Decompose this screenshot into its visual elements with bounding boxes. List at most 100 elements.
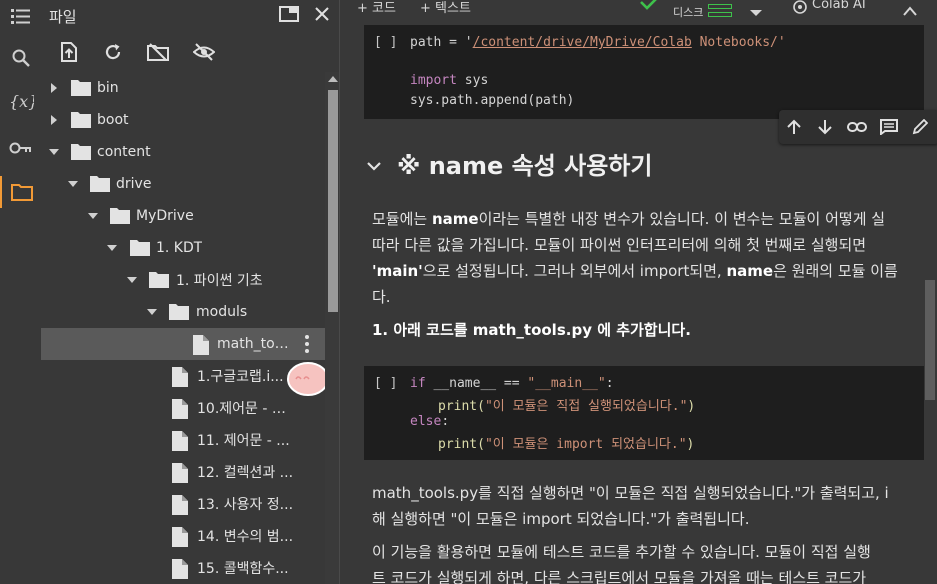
tree-item-label: drive: [116, 176, 152, 192]
move-up-icon[interactable]: [783, 116, 805, 138]
text: 이라는 특별한 내장 변수가 있습니다. 이 변수는 모듈이 어떻게 실: [478, 210, 886, 228]
add-text-button[interactable]: + 텍스트: [420, 0, 471, 16]
chevron-up-icon[interactable]: [903, 1, 917, 20]
code-string-link[interactable]: /content/drive/MyDrive/Colab: [473, 35, 692, 50]
chevron-right-icon[interactable]: [47, 113, 61, 127]
folder-icon: [148, 271, 170, 289]
paragraph-line: 이 기능을 활용하면 모듈에 테스트 코드를 추가할 수 있습니다. 모듈이 직…: [372, 543, 871, 561]
code-token: path = ': [410, 35, 473, 50]
tree-item-file[interactable]: 1.구글코랩.i...: [41, 360, 325, 392]
folder-icon: [70, 111, 92, 129]
chevron-down-icon[interactable]: [105, 241, 119, 255]
folder-icon: [168, 303, 190, 321]
chevron-right-icon[interactable]: [47, 81, 61, 95]
add-code-button[interactable]: + 코드: [357, 0, 396, 16]
colab-ai-icon: [793, 0, 807, 18]
tree-item-file[interactable]: 12. 컬렉션과 ...: [41, 456, 325, 488]
scrollbar-thumb[interactable]: [328, 90, 338, 312]
chevron-down-icon[interactable]: [145, 305, 159, 319]
colab-ai-button[interactable]: Colab AI: [812, 0, 866, 12]
chevron-down-icon[interactable]: [750, 2, 762, 21]
variables-icon[interactable]: {x}: [0, 86, 41, 118]
code-token: :: [441, 414, 450, 429]
code-line: import sys: [410, 73, 488, 88]
file-icon: [172, 399, 188, 419]
file-icon: [172, 559, 188, 579]
unmount-drive-icon[interactable]: [143, 38, 173, 66]
tree-item-file[interactable]: 14. 변수의 범...: [41, 520, 325, 552]
svg-text:{x}: {x}: [9, 92, 34, 111]
tree-item-content[interactable]: content: [41, 136, 325, 168]
expand-panel-icon[interactable]: [276, 2, 302, 26]
file-icon: [172, 431, 188, 451]
code-line: sys.path.append(path): [410, 93, 575, 108]
tree-item-mydrive[interactable]: MyDrive: [41, 200, 325, 232]
tree-item-kdt[interactable]: 1. KDT: [41, 232, 325, 264]
section-heading: ※ name 속성 사용하기: [397, 152, 653, 180]
notebook-area: + 코드 + 텍스트 디스크 Colab AI [ ] path = '/con…: [341, 0, 937, 584]
tree-item-label: MyDrive: [136, 208, 194, 224]
chevron-down-icon[interactable]: [66, 177, 80, 191]
tree-item-math-tools[interactable]: math_tool...: [41, 328, 325, 360]
resource-meter[interactable]: [708, 0, 732, 18]
tree-item-label: moduls: [196, 304, 248, 320]
file-tree-scrollbar[interactable]: [325, 72, 339, 584]
notebook-scrollbar-thumb[interactable]: [925, 280, 935, 400]
paragraph-line: 트 코드가 실행되게 하면, 다른 스크립트에서 모듈을 가져올 때는 테스트 …: [372, 569, 867, 584]
chevron-down-icon[interactable]: [86, 209, 100, 223]
hide-files-icon[interactable]: [189, 38, 219, 66]
tree-item-label: 10.제어문 - 조...: [197, 401, 297, 417]
files-panel: 파일 bin boot content drive MyDrive 1. KDT…: [41, 0, 340, 584]
comment-icon[interactable]: [878, 116, 900, 138]
refresh-icon[interactable]: [98, 38, 128, 66]
bold-text: name: [726, 262, 774, 280]
search-icon[interactable]: [0, 42, 41, 74]
tree-item-file[interactable]: 10.제어문 - 조...: [41, 392, 325, 424]
file-icon: [172, 495, 188, 515]
tree-item-python-basics[interactable]: 1. 파이썬 기초: [41, 264, 325, 296]
code-token: __name__ ==: [425, 376, 528, 391]
paragraph-line: 해 실행하면 "이 모듈은 import 되었습니다."가 출력됩니다.: [372, 510, 750, 528]
text: 모듈에는: [372, 210, 432, 228]
folder-icon: [109, 207, 131, 225]
run-cell-button[interactable]: [ ]: [374, 35, 397, 50]
panel-title: 파일: [49, 8, 77, 26]
tree-item-drive[interactable]: drive: [41, 168, 325, 200]
code-cell[interactable]: [ ] if __name__ == "__main__": print("이 …: [364, 366, 924, 460]
paragraph-line: math_tools.py를 직접 실행하면 "이 모듈은 직접 실행되었습니다…: [372, 484, 889, 502]
key-icon[interactable]: [0, 132, 41, 164]
code-line: print("이 모듈은 import 되었습니다."): [438, 433, 694, 452]
tree-item-label: math_tool...: [217, 336, 291, 352]
more-options-icon[interactable]: [299, 333, 315, 355]
chevron-down-icon[interactable]: [125, 273, 139, 287]
tree-item-bin[interactable]: bin: [41, 72, 325, 104]
run-cell-button[interactable]: [ ]: [374, 376, 397, 391]
code-cell[interactable]: [ ] path = '/content/drive/MyDrive/Colab…: [364, 25, 924, 119]
code-token: sys: [456, 73, 489, 88]
tree-item-boot[interactable]: boot: [41, 104, 325, 136]
cell-toolbar: [779, 110, 937, 144]
tree-item-file[interactable]: 11. 제어문 - ...: [41, 424, 325, 456]
paragraph-line: 따라 다른 값을 가집니다. 모듈이 파이썬 인터프리터에 의해 첫 번째로 실…: [372, 236, 867, 254]
edit-icon[interactable]: [909, 116, 931, 138]
tree-item-label: 13. 사용자 정...: [197, 497, 294, 513]
code-line: print("이 모듈은 직접 실행되었습니다."): [438, 395, 695, 414]
notebook-toolbar: + 코드 + 텍스트 디스크 Colab AI: [341, 0, 937, 21]
tree-item-moduls[interactable]: moduls: [41, 296, 325, 328]
link-icon[interactable]: [846, 116, 868, 138]
close-icon[interactable]: [309, 2, 335, 26]
tree-item-file[interactable]: 13. 사용자 정...: [41, 488, 325, 520]
code-keyword: import: [410, 73, 457, 88]
code-keyword: else: [410, 414, 442, 429]
scroll-up-icon[interactable]: [328, 76, 338, 82]
folder-icon[interactable]: [0, 176, 41, 208]
move-down-icon[interactable]: [814, 116, 836, 138]
upload-file-icon[interactable]: [54, 38, 84, 66]
menu-icon[interactable]: [0, 0, 41, 32]
file-icon: [172, 527, 188, 547]
chevron-down-icon[interactable]: [47, 145, 61, 159]
code-token: ): [686, 437, 695, 452]
tree-item-file[interactable]: 15. 콜백함수...: [41, 552, 325, 584]
folder-icon: [70, 143, 92, 161]
collapse-section-icon[interactable]: [367, 156, 381, 175]
